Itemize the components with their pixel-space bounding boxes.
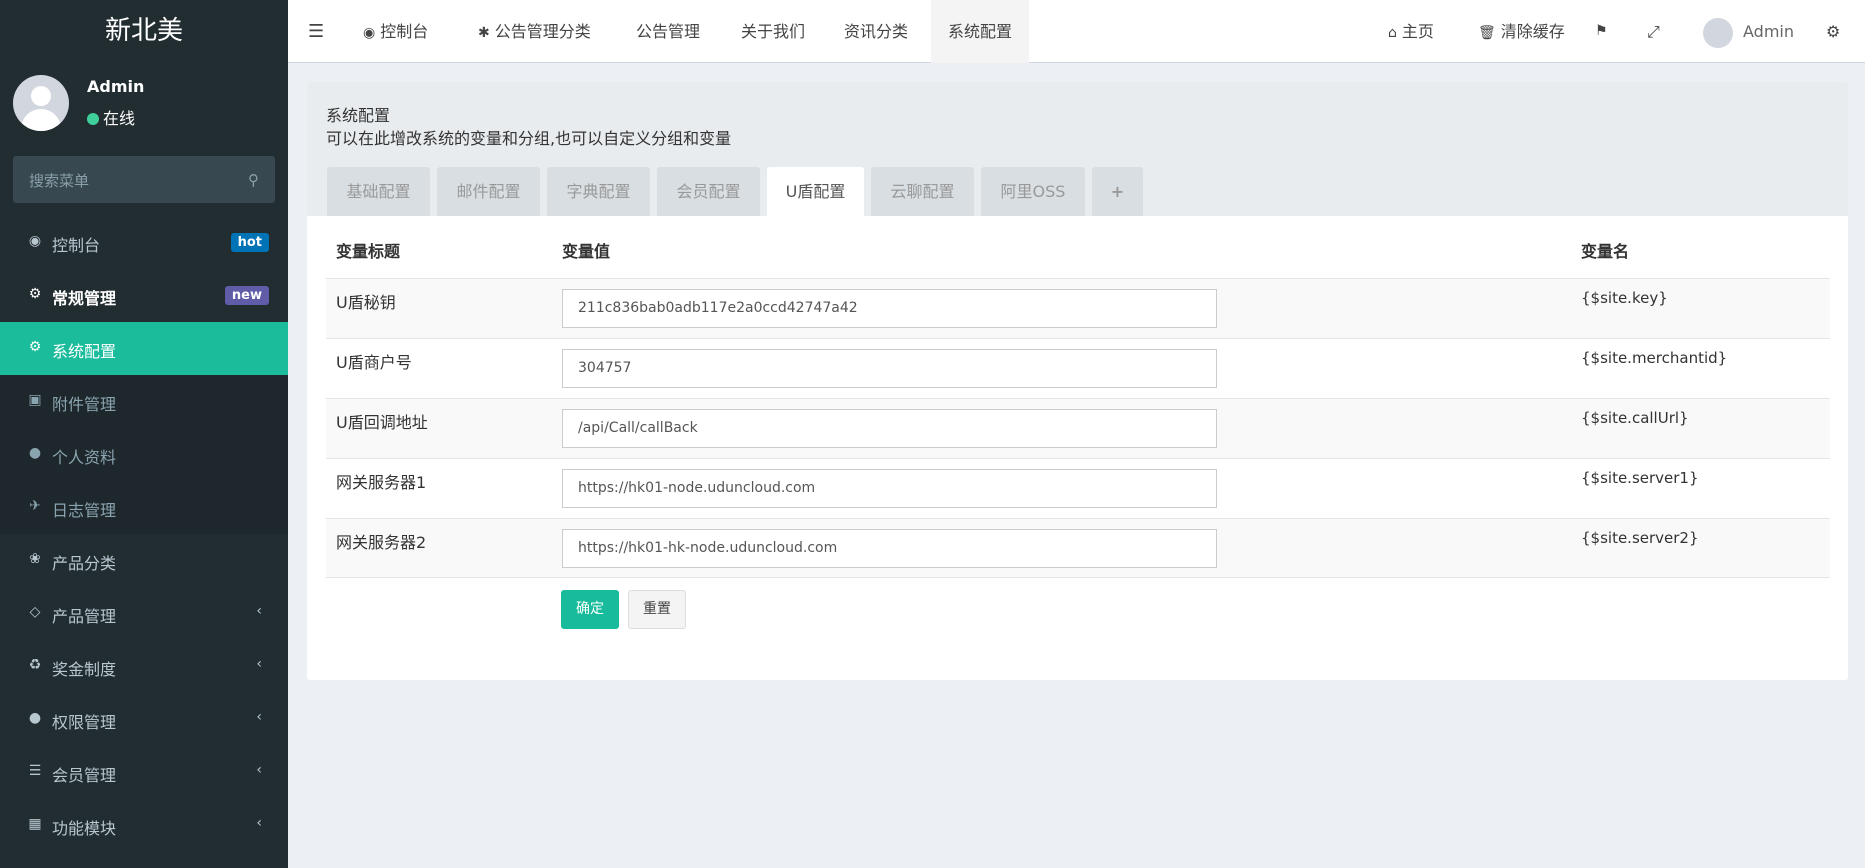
row-label: U盾商户号 xyxy=(336,353,412,372)
group-icon: ● xyxy=(28,710,42,726)
server1-input[interactable]: https://hk01-node.uduncloud.com xyxy=(562,469,1217,508)
chevron-left-icon: ‹ xyxy=(256,603,262,619)
home-link[interactable]: ⌂ 主页 xyxy=(1388,0,1434,63)
search-icon[interactable]: ⚲ xyxy=(248,171,259,189)
user-menu[interactable]: Admin xyxy=(1703,0,1794,63)
settings-icon[interactable]: ⚙ xyxy=(1826,0,1840,63)
row-label: 网关服务器2 xyxy=(336,533,427,552)
online-dot-icon xyxy=(87,113,99,125)
tab-udun[interactable]: U盾配置 xyxy=(767,167,864,216)
row-label: U盾秘钥 xyxy=(336,293,396,312)
variable-name: {$site.callUrl} xyxy=(1581,409,1689,427)
column-header-value: 变量值 xyxy=(562,242,611,261)
sidebar-menu: ◉ 控制台 hot ⚙ 常规管理 new ⚙ 系统配置 ▣ 附件管理 ● 个人资… xyxy=(0,216,288,852)
row-label: 网关服务器1 xyxy=(336,473,427,492)
sidebar-item-bonus[interactable]: ♻ 奖金制度 ‹ xyxy=(0,640,288,693)
home-icon: ⌂ xyxy=(1388,25,1397,41)
merchant-id-input[interactable]: 304757 xyxy=(562,349,1217,388)
language-icon[interactable]: ⚑ xyxy=(1595,0,1608,63)
page-description: 可以在此增改系统的变量和分组,也可以自定义分组和变量 xyxy=(326,129,732,148)
sidebar-item-members[interactable]: ☰ 会员管理 ‹ xyxy=(0,746,288,799)
reset-button[interactable]: 重置 xyxy=(628,590,686,629)
tab-system-config[interactable]: 系统配置 xyxy=(931,0,1030,63)
user-panel: Admin 在线 xyxy=(0,63,288,149)
panel-header: 系统配置 可以在此增改系统的变量和分组,也可以自定义分组和变量 基础配置 邮件配… xyxy=(307,82,1848,216)
dashboard-icon: ◉ xyxy=(363,25,376,41)
tab-member[interactable]: 会员配置 xyxy=(657,167,760,216)
sidebar-item-attachments[interactable]: ▣ 附件管理 xyxy=(0,375,288,428)
add-tab-button[interactable]: + xyxy=(1092,167,1143,216)
topbar: ☰ ◉ 控制台 ✱ 公告管理分类 公告管理 关于我们 资讯分类 系统配置 ⌂ 主页 🗑… xyxy=(288,0,1865,63)
file-image-icon: ▣ xyxy=(28,392,42,408)
tab-notice[interactable]: 公告管理 xyxy=(636,0,700,63)
variable-name: {$site.server2} xyxy=(1581,529,1699,547)
page-title: 系统配置 xyxy=(326,106,391,125)
sidebar-item-logs[interactable]: ✈ 日志管理 xyxy=(0,481,288,534)
sidebar-item-products[interactable]: ◇ 产品管理 ‹ xyxy=(0,587,288,640)
search-placeholder: 搜索菜单 xyxy=(29,172,90,190)
sidebar: 新北美 Admin 在线 搜索菜单 ⚲ ◉ 控制台 hot ⚙ 常规管理 new… xyxy=(0,0,288,868)
udun-key-input[interactable]: 211c836bab0adb117e2a0ccd42747a42 xyxy=(562,289,1217,328)
tab-aliyun-oss[interactable]: 阿里OSS xyxy=(981,167,1085,216)
cogs-icon: ⚙ xyxy=(28,286,42,302)
fullscreen-icon[interactable]: ⤢ xyxy=(1647,0,1660,63)
callback-url-input[interactable]: /api/Call/callBack xyxy=(562,409,1217,448)
variable-name: {$site.merchantid} xyxy=(1581,349,1728,367)
table-row: U盾秘钥 211c836bab0adb117e2a0ccd42747a42 {$… xyxy=(326,278,1830,338)
dashboard-icon: ◉ xyxy=(28,233,42,249)
config-panel: 系统配置 可以在此增改系统的变量和分组,也可以自定义分组和变量 基础配置 邮件配… xyxy=(307,82,1848,680)
variable-name: {$site.server1} xyxy=(1581,469,1699,487)
menu-toggle-icon[interactable]: ☰ xyxy=(308,0,324,63)
logo[interactable]: 新北美 xyxy=(0,0,288,63)
column-header-name: 变量名 xyxy=(1581,242,1630,261)
tab-basic[interactable]: 基础配置 xyxy=(327,167,430,216)
diamond-icon: ◇ xyxy=(29,604,41,620)
row-label: U盾回调地址 xyxy=(336,413,428,432)
tab-notice-category[interactable]: ✱ 公告管理分类 xyxy=(478,0,591,63)
tab-yunliao[interactable]: 云聊配置 xyxy=(871,167,974,216)
sidebar-item-system-config[interactable]: ⚙ 系统配置 xyxy=(0,322,288,375)
chevron-left-icon: ‹ xyxy=(256,762,262,778)
tab-news-category[interactable]: 资讯分类 xyxy=(844,0,908,63)
avatar-small xyxy=(1703,17,1733,48)
asterisk-icon: ✱ xyxy=(478,25,490,41)
avatar xyxy=(13,75,69,131)
trash-icon: 🗑 xyxy=(1478,25,1496,41)
sidebar-item-modules[interactable]: ▦ 功能模块 ‹ xyxy=(0,799,288,852)
leaf-icon: ❀ xyxy=(29,551,41,567)
sidebar-item-general[interactable]: ⚙ 常规管理 new xyxy=(0,269,288,322)
sidebar-item-permissions[interactable]: ● 权限管理 ‹ xyxy=(0,693,288,746)
sidebar-item-profile[interactable]: ● 个人资料 xyxy=(0,428,288,481)
tab-dict[interactable]: 字典配置 xyxy=(547,167,650,216)
clear-cache-button[interactable]: 🗑 清除缓存 xyxy=(1478,0,1565,63)
user-name: Admin xyxy=(87,77,145,96)
confirm-button[interactable]: 确定 xyxy=(561,590,619,629)
chevron-left-icon: ‹ xyxy=(256,656,262,672)
th-large-icon: ▦ xyxy=(28,816,42,832)
server2-input[interactable]: https://hk01-hk-node.uduncloud.com xyxy=(562,529,1217,568)
tab-dashboard[interactable]: ◉ 控制台 xyxy=(363,0,428,63)
table-row: 网关服务器2 https://hk01-hk-node.uduncloud.co… xyxy=(326,518,1830,578)
chevron-left-icon: ‹ xyxy=(256,815,262,831)
hot-badge: hot xyxy=(230,233,269,252)
gear-icon: ⚙ xyxy=(28,339,42,355)
user-status: 在线 xyxy=(87,105,135,129)
sidebar-item-dashboard[interactable]: ◉ 控制台 hot xyxy=(0,216,288,269)
user-icon: ● xyxy=(28,445,42,461)
table-row: 网关服务器1 https://hk01-node.uduncloud.com {… xyxy=(326,458,1830,518)
new-badge: new xyxy=(224,286,269,305)
plane-icon: ✈ xyxy=(29,498,41,514)
chevron-left-icon: ‹ xyxy=(256,709,262,725)
column-header-title: 变量标题 xyxy=(336,242,401,261)
variable-name: {$site.key} xyxy=(1581,289,1668,307)
recycle-icon: ♻ xyxy=(28,657,42,673)
table-row: U盾商户号 304757 {$site.merchantid} xyxy=(326,338,1830,398)
tab-about[interactable]: 关于我们 xyxy=(741,0,805,63)
table-row: U盾回调地址 /api/Call/callBack {$site.callUrl… xyxy=(326,398,1830,458)
tab-mail[interactable]: 邮件配置 xyxy=(437,167,540,216)
sidebar-search-input[interactable]: 搜索菜单 ⚲ xyxy=(13,156,275,203)
list-icon: ☰ xyxy=(28,763,42,779)
sidebar-item-product-category[interactable]: ❀ 产品分类 xyxy=(0,534,288,587)
